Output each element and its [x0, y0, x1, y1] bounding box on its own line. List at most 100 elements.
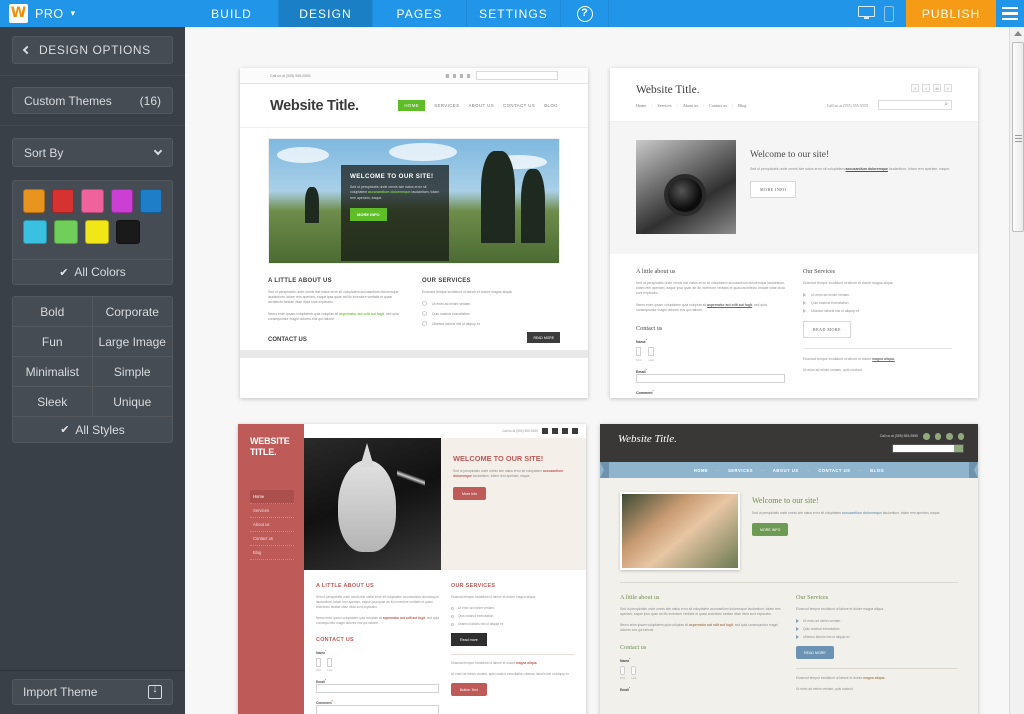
theme-1-nav-contact[interactable]: CONTACT US	[503, 103, 535, 108]
custom-themes-button[interactable]: Custom Themes (16)	[12, 87, 173, 114]
theme-4-nav-services[interactable]: SERVICES	[728, 468, 753, 473]
all-colors-button[interactable]: ✔ All Colors	[13, 259, 172, 284]
theme-2-read-more-button[interactable]: READ MORE	[803, 321, 851, 339]
design-options-button[interactable]: DESIGN OPTIONS	[12, 36, 173, 64]
style-filter-corporate[interactable]: Corporate	[92, 297, 172, 327]
theme-3-email-input[interactable]	[316, 684, 439, 694]
style-filter-sleek[interactable]: Sleek	[13, 387, 93, 417]
design-options-label: DESIGN OPTIONS	[39, 43, 151, 57]
color-swatch-pink[interactable]	[81, 189, 104, 213]
theme-2-nav-blog[interactable]: Blog	[738, 103, 746, 108]
style-filter-large-image[interactable]: Large Image	[92, 327, 172, 357]
theme-1-read-more-button[interactable]: READ MORE	[527, 332, 560, 344]
theme-1-service-item: Quis nostrud exercitation	[422, 311, 560, 317]
linkedin-icon[interactable]: in	[933, 84, 941, 92]
hamburger-menu-icon[interactable]	[996, 0, 1024, 27]
import-theme-button[interactable]: Import Theme	[12, 679, 173, 705]
theme-2-email-input[interactable]	[636, 374, 785, 384]
theme-3-nav-home[interactable]: Home	[250, 490, 294, 504]
theme-1-nav-blog[interactable]: BLOG	[544, 103, 558, 108]
tab-build[interactable]: BUILD	[185, 0, 279, 27]
rss-icon[interactable]	[957, 433, 964, 440]
style-filter-bold[interactable]: Bold	[13, 297, 93, 327]
color-swatch-red[interactable]	[52, 189, 75, 213]
theme-2-first-name-input[interactable]	[636, 347, 642, 357]
theme-3-last-name-input[interactable]	[327, 658, 333, 668]
tab-design[interactable]: DESIGN	[279, 0, 373, 27]
theme-1-nav-about[interactable]: ABOUT US	[468, 103, 494, 108]
theme-3-comment-input[interactable]	[316, 705, 439, 714]
sort-by-dropdown[interactable]: Sort By	[12, 138, 173, 167]
twitter-icon[interactable]	[934, 433, 941, 440]
tab-settings[interactable]: SETTINGS	[467, 0, 561, 27]
theme-3-nav-contact[interactable]: Contact us	[250, 532, 294, 546]
color-swatch-black[interactable]	[116, 220, 140, 244]
facebook-icon[interactable]: f	[911, 84, 919, 92]
theme-4-nav-home[interactable]: HOME	[694, 468, 709, 473]
theme-3-nav-services[interactable]: Services	[250, 504, 294, 518]
theme-4-read-more-button[interactable]: READ MORE	[796, 646, 834, 659]
theme-2-nav-about[interactable]: About us	[683, 103, 698, 108]
style-filter-simple[interactable]: Simple	[92, 357, 172, 387]
theme-card-2[interactable]: Website Title. f t in r Home / Services / …	[610, 68, 978, 398]
theme-2-hero-image	[636, 140, 736, 234]
help-button[interactable]: ?	[561, 0, 609, 27]
color-swatch-orange[interactable]	[23, 189, 46, 213]
theme-3-nav-blog[interactable]: Blog	[250, 546, 294, 560]
tab-pages[interactable]: PAGES	[373, 0, 467, 27]
style-filter-fun[interactable]: Fun	[13, 327, 93, 357]
theme-3-first-hint: First	[316, 669, 322, 673]
color-swatch-yellow[interactable]	[85, 220, 109, 244]
theme-gallery[interactable]: Call us at (555) 555-5555 Website Title.…	[185, 27, 1009, 714]
scrollbar-thumb[interactable]	[1012, 42, 1024, 232]
theme-card-4[interactable]: Website Title. Call us at (555) 555-5555	[600, 424, 978, 714]
mobile-icon[interactable]	[884, 5, 894, 22]
theme-1-hero-button[interactable]: MORE INFO	[350, 208, 387, 222]
theme-2-nav-contact[interactable]: Contact us	[709, 103, 727, 108]
all-styles-button[interactable]: ✔ All Styles	[13, 417, 172, 442]
theme-card-1[interactable]: Call us at (555) 555-5555 Website Title.…	[240, 68, 588, 398]
theme-3-read-more-button[interactable]: Read more	[451, 633, 487, 646]
linkedin-icon[interactable]	[946, 433, 953, 440]
color-swatch-green[interactable]	[54, 220, 78, 244]
color-swatch-blue[interactable]	[139, 189, 163, 213]
theme-4-search-input[interactable]	[892, 443, 964, 453]
theme-2-more-info-button[interactable]: MORE INFO	[750, 181, 797, 199]
twitter-icon[interactable]: t	[922, 84, 930, 92]
theme-2-last-name-input[interactable]	[648, 347, 654, 357]
theme-3-service-item: Ut enim ad minim veniam.	[451, 606, 574, 610]
color-swatch-magenta[interactable]	[110, 189, 133, 213]
theme-3-button-text[interactable]: Button Text	[451, 683, 487, 696]
twitter-icon[interactable]	[552, 428, 558, 434]
theme-2-nav-home[interactable]: Home	[636, 103, 646, 108]
facebook-icon[interactable]	[542, 428, 548, 434]
desktop-icon[interactable]	[858, 6, 875, 21]
theme-3-more-info-button[interactable]: More Info	[453, 487, 487, 501]
theme-1-search-input[interactable]	[476, 71, 558, 80]
style-filter-unique[interactable]: Unique	[92, 387, 172, 417]
theme-card-3[interactable]: WEBSITE TITLE. Home Services About us Co…	[238, 424, 586, 714]
theme-2-search-input[interactable]	[878, 100, 952, 110]
theme-1-nav-services[interactable]: SERVICES	[434, 103, 459, 108]
style-filter-minimalist[interactable]: Minimalist	[13, 357, 93, 387]
theme-1-services-col: OUR SERVICES Eiusmod tempor incididunt u…	[422, 278, 560, 327]
theme-4-nav-blog[interactable]: BLOG	[870, 468, 884, 473]
publish-button[interactable]: PUBLISH	[906, 0, 996, 27]
facebook-icon[interactable]	[923, 433, 930, 440]
color-swatch-cyan[interactable]	[23, 220, 47, 244]
theme-4-first-name-input[interactable]	[620, 666, 626, 676]
scroll-up-arrow[interactable]	[1010, 27, 1024, 40]
vertical-scrollbar[interactable]	[1009, 27, 1024, 714]
rss-icon[interactable]	[572, 428, 578, 434]
linkedin-icon[interactable]	[562, 428, 568, 434]
brand-menu[interactable]: W PRO ▾	[0, 0, 185, 27]
theme-3-first-name-input[interactable]	[316, 658, 322, 668]
theme-4-more-info-button[interactable]: MORE INFO	[752, 523, 789, 536]
theme-4-nav-contact[interactable]: CONTACT US	[818, 468, 850, 473]
rss-icon[interactable]: r	[944, 84, 952, 92]
theme-2-nav-services[interactable]: Services	[657, 103, 671, 108]
theme-4-last-name-input[interactable]	[631, 666, 637, 676]
theme-3-nav-about[interactable]: About us	[250, 518, 294, 532]
theme-4-nav-about[interactable]: ABOUT US	[773, 468, 799, 473]
theme-1-nav-home[interactable]: HOME	[398, 100, 426, 111]
